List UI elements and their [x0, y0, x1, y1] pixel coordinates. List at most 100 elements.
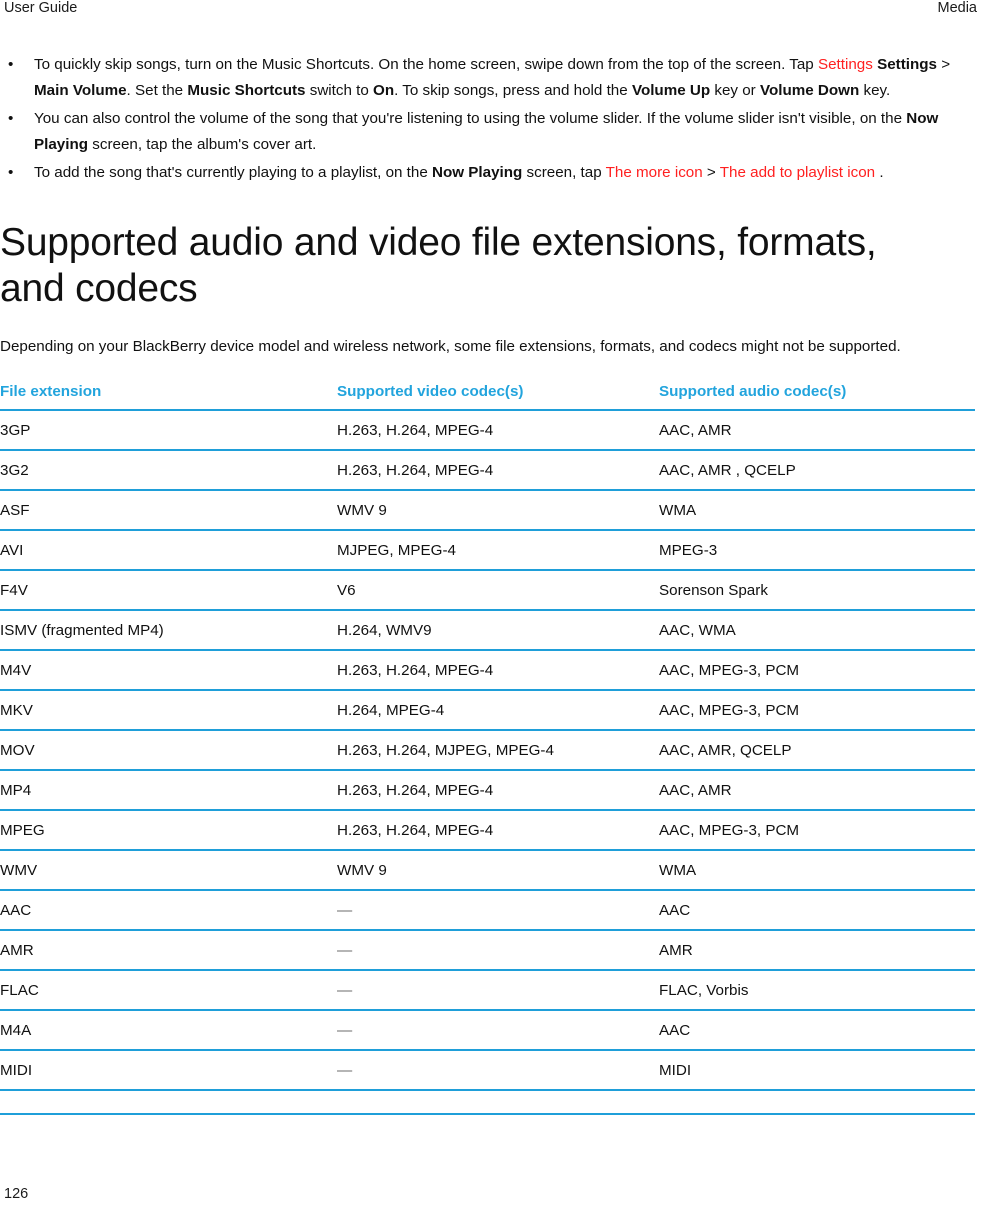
column-header-video-codec: Supported video codec(s): [337, 383, 659, 411]
table-body: 3GP H.263, H.264, MPEG-4 AAC, AMR 3G2 H.263,…: [0, 410, 975, 1115]
bullet-emphasis-text: Now Playing: [432, 164, 523, 181]
bullet-emphasis-text: Music Shortcuts: [187, 81, 306, 99]
bullet-text: To add the song that's currently playing…: [34, 164, 433, 181]
bullet-text: key.: [859, 81, 891, 99]
missing-icon-placeholder: Settings: [817, 56, 873, 73]
running-header-right: Media: [937, 0, 978, 16]
cell-file-extension: 3G2: [0, 450, 337, 491]
cell-file-extension: WMV: [0, 850, 337, 891]
page-title: Supported audio and video file extension…: [0, 220, 877, 310]
cell-video-codec: H.264, MPEG-4: [337, 690, 659, 731]
bullet-text: To quickly skip songs, turn on the Music…: [34, 56, 818, 73]
cell-video-codec: H.263, H.264, MPEG-4: [337, 410, 659, 451]
cell-video-codec: H.264, WMV9: [337, 610, 659, 651]
cell-file-extension: AVI: [0, 530, 337, 571]
bullet-emphasis-text: Volume Down: [759, 81, 860, 99]
cell-audio-codec: WMA: [659, 490, 975, 531]
cell-file-extension: F4V: [0, 570, 337, 611]
cell-video-codec: H.263, H.264, MJPEG, MPEG-4: [337, 730, 659, 771]
cell-video-codec: V6: [337, 570, 659, 611]
table-row: AAC — AAC: [0, 890, 975, 931]
cell-file-extension: M4A: [0, 1010, 337, 1051]
bullet-text: . Set the: [126, 81, 188, 99]
bullet-emphasis-text: Settings: [877, 56, 938, 73]
cell-video-codec-none: —: [337, 930, 659, 971]
bullet-item: • To add the song that's currently playin…: [0, 160, 981, 186]
table-row: MIDI — MIDI: [0, 1050, 975, 1091]
cell-audio-codec: AAC: [659, 1010, 975, 1051]
column-header-file-extension: File extension: [0, 383, 337, 411]
table-row: AMR — AMR: [0, 930, 975, 971]
cell-file-extension: MKV: [0, 690, 337, 731]
cell-audio-codec: AMR: [659, 930, 975, 971]
table-bottom-rule-cell: [659, 1090, 975, 1115]
column-header-audio-codec: Supported audio codec(s): [659, 383, 975, 411]
cell-audio-codec: AAC, WMA: [659, 610, 975, 651]
table-row: MPEG H.263, H.264, MPEG-4 AAC, MPEG-3, PCM: [0, 810, 975, 851]
table-row: AVI MJPEG, MPEG-4 MPEG-3: [0, 530, 975, 571]
bullet-item: • You can also control the volume of the …: [0, 106, 981, 157]
table-row: 3G2 H.263, H.264, MPEG-4 AAC, AMR , QCELP: [0, 450, 975, 491]
running-header: User Guide Media: [0, 0, 981, 22]
table-row: FLAC — FLAC, Vorbis: [0, 970, 975, 1011]
cell-audio-codec: AAC, MPEG-3, PCM: [659, 650, 975, 691]
table-row: ISMV (fragmented MP4) H.264, WMV9 AAC, WMA: [0, 610, 975, 651]
table-row: ASF WMV 9 WMA: [0, 490, 975, 531]
cell-video-codec-none: —: [337, 890, 659, 931]
table-bottom-rule-cell: [337, 1090, 659, 1115]
table-bottom-rule: [0, 1090, 975, 1115]
bullet-text: screen, tap the album's cover art.: [88, 135, 317, 153]
table-header-row: File extension Supported video codec(s) …: [0, 383, 975, 411]
cell-audio-codec: AAC, MPEG-3, PCM: [659, 690, 975, 731]
bullet-dot-icon: •: [8, 110, 14, 127]
tips-bullet-list: • To quickly skip songs, turn on the Musi…: [0, 52, 981, 186]
cell-audio-codec: AAC, AMR, QCELP: [659, 730, 975, 771]
bullet-text: key or: [710, 81, 760, 99]
cell-audio-codec: AAC, AMR: [659, 770, 975, 811]
bullet-text: screen, tap: [522, 164, 606, 181]
bullet-dot-icon: •: [8, 164, 14, 181]
cell-video-codec: H.263, H.264, MPEG-4: [337, 770, 659, 811]
cell-audio-codec: Sorenson Spark: [659, 570, 975, 611]
table-row: M4A — AAC: [0, 1010, 975, 1051]
bullet-emphasis-text: On: [373, 81, 395, 99]
cell-file-extension: MPEG: [0, 810, 337, 851]
cell-video-codec: WMV 9: [337, 490, 659, 531]
cell-audio-codec: FLAC, Vorbis: [659, 970, 975, 1011]
cell-video-codec: MJPEG, MPEG-4: [337, 530, 659, 571]
bullet-text: switch to: [305, 81, 374, 99]
cell-file-extension: FLAC: [0, 970, 337, 1011]
cell-file-extension: AMR: [0, 930, 337, 971]
bullet-text: >: [937, 56, 951, 73]
table-row: 3GP H.263, H.264, MPEG-4 AAC, AMR: [0, 410, 975, 451]
cell-video-codec: H.263, H.264, MPEG-4: [337, 450, 659, 491]
cell-video-codec-none: —: [337, 970, 659, 1011]
missing-icon-placeholder: The more icon: [605, 164, 707, 181]
bullet-text: . To skip songs, press and hold the: [394, 81, 632, 99]
cell-video-codec: WMV 9: [337, 850, 659, 891]
cell-audio-codec: AAC, AMR , QCELP: [659, 450, 975, 491]
cell-file-extension: ASF: [0, 490, 337, 531]
cell-file-extension: MOV: [0, 730, 337, 771]
page-content: • To quickly skip songs, turn on the Musi…: [0, 52, 981, 1115]
bullet-emphasis-text: Main Volume: [34, 81, 127, 99]
cell-audio-codec: WMA: [659, 850, 975, 891]
bullet-text: You can also control the volume of the s…: [34, 110, 907, 127]
cell-file-extension: 3GP: [0, 410, 337, 451]
bullet-item: • To quickly skip songs, turn on the Musi…: [0, 52, 981, 103]
table-row: MP4 H.263, H.264, MPEG-4 AAC, AMR: [0, 770, 975, 811]
cell-file-extension: AAC: [0, 890, 337, 931]
cell-file-extension: ISMV (fragmented MP4): [0, 610, 337, 651]
section-intro-paragraph: Depending on your BlackBerry device mode…: [0, 337, 901, 355]
table-row: F4V V6 Sorenson Spark: [0, 570, 975, 611]
cell-file-extension: MIDI: [0, 1050, 337, 1091]
cell-audio-codec: AAC, AMR: [659, 410, 975, 451]
table-row: WMV WMV 9 WMA: [0, 850, 975, 891]
cell-video-codec: H.263, H.264, MPEG-4: [337, 650, 659, 691]
bullet-emphasis-text: Volume Up: [631, 81, 711, 99]
table-header: File extension Supported video codec(s) …: [0, 383, 975, 411]
cell-video-codec-none: —: [337, 1010, 659, 1051]
codec-support-table: File extension Supported video codec(s) …: [0, 383, 975, 1115]
bullet-text: .: [879, 164, 884, 181]
cell-file-extension: MP4: [0, 770, 337, 811]
